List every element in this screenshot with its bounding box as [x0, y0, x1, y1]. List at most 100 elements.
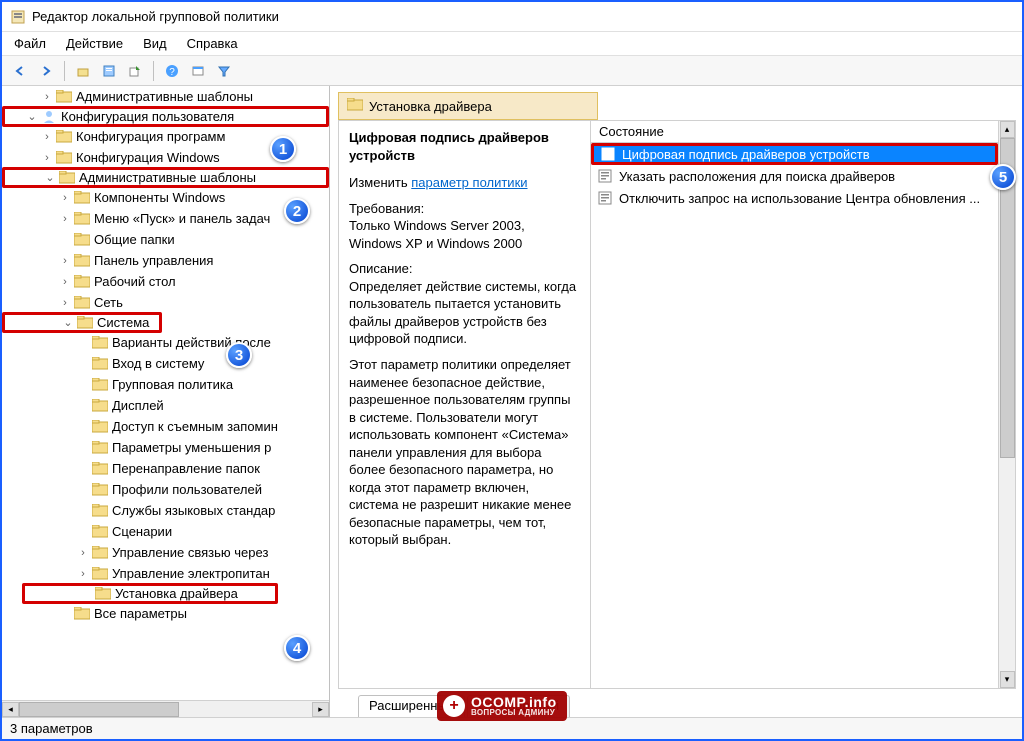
- tree-label: Установка драйвера: [115, 586, 238, 601]
- tree-hscrollbar[interactable]: ◂ ▸: [2, 700, 329, 717]
- tree-label: Перенаправление папок: [112, 461, 260, 476]
- folder-icon: [92, 566, 108, 582]
- nav-forward-icon[interactable]: [34, 59, 58, 83]
- panel-icon[interactable]: [186, 59, 210, 83]
- chevron-right-icon[interactable]: ›: [58, 213, 72, 225]
- folder-icon: [92, 440, 108, 456]
- tree-action-variants[interactable]: Варианты действий после: [2, 332, 329, 353]
- status-text: 3 параметров: [10, 721, 93, 736]
- annotation-badge-5: 5: [990, 164, 1016, 190]
- policy-setting-icon: [597, 168, 613, 184]
- folder-icon: [74, 190, 90, 206]
- folder-icon: [59, 170, 75, 186]
- tree-label: Рабочий стол: [94, 274, 176, 289]
- tree-reduction-params[interactable]: Параметры уменьшения р: [2, 437, 329, 458]
- tree-comm-mgmt[interactable]: ›Управление связью через: [2, 542, 329, 563]
- content-header: Установка драйвера: [338, 92, 598, 120]
- list-column-header[interactable]: Состояние: [591, 121, 998, 143]
- toolbar: ?: [2, 56, 1022, 86]
- tree-logon[interactable]: Вход в систему: [2, 353, 329, 374]
- tree-label: Компоненты Windows: [94, 190, 225, 205]
- tree-scroll[interactable]: › Административные шаблоны ⌄ Конфигураци…: [2, 86, 329, 700]
- chevron-down-icon[interactable]: ⌄: [25, 110, 39, 123]
- tree-network[interactable]: › Сеть: [2, 292, 329, 313]
- tree-power-mgmt[interactable]: ›Управление электропитан: [2, 563, 329, 584]
- tree-admin-templates-top[interactable]: › Административные шаблоны: [2, 86, 329, 107]
- tree-driver-install[interactable]: Установка драйвера: [22, 583, 278, 604]
- scroll-up-icon[interactable]: ▴: [1000, 121, 1015, 138]
- tree-display[interactable]: Дисплей: [2, 395, 329, 416]
- tree-system[interactable]: ⌄ Система: [2, 312, 162, 333]
- tree-scripts[interactable]: Сценарии: [2, 521, 329, 542]
- tree-label: Система: [97, 315, 149, 330]
- tree-removable-access[interactable]: Доступ к съемным запомин: [2, 416, 329, 437]
- toolbar-divider: [64, 61, 65, 81]
- tree-label: Сеть: [94, 295, 123, 310]
- toolbar-divider: [153, 61, 154, 81]
- tree-admin-templates[interactable]: ⌄ Административные шаблоны: [2, 167, 329, 188]
- policy-row-label: Указать расположения для поиска драйверо…: [619, 169, 895, 184]
- chevron-down-icon[interactable]: ⌄: [43, 171, 57, 184]
- tree-label: Панель управления: [94, 253, 213, 268]
- folder-icon: [92, 419, 108, 435]
- hscroll-thumb[interactable]: [19, 702, 179, 717]
- description-p2: Этот параметр политики определяет наимен…: [349, 356, 580, 549]
- chevron-right-icon[interactable]: ›: [76, 568, 90, 580]
- menu-view[interactable]: Вид: [143, 36, 167, 51]
- annotation-badge-1: 1: [270, 136, 296, 162]
- tree-start-menu[interactable]: › Меню «Пуск» и панель задач: [2, 208, 329, 229]
- tree-shared-folders[interactable]: Общие папки: [2, 229, 329, 250]
- policy-parameter-link[interactable]: параметр политики: [411, 175, 527, 190]
- tree-lang-services[interactable]: Службы языковых стандар: [2, 500, 329, 521]
- policy-row-selected[interactable]: Цифровая подпись драйверов устройств: [591, 143, 998, 165]
- folder-icon: [56, 89, 72, 105]
- chevron-right-icon[interactable]: ›: [58, 276, 72, 288]
- folder-icon: [92, 503, 108, 519]
- scroll-left-icon[interactable]: ◂: [2, 702, 19, 717]
- up-level-icon[interactable]: [71, 59, 95, 83]
- description-label: Описание:: [349, 261, 412, 276]
- menu-file[interactable]: Файл: [14, 36, 46, 51]
- tree-label: Параметры уменьшения р: [112, 440, 271, 455]
- help-icon[interactable]: ?: [160, 59, 184, 83]
- folder-icon: [77, 315, 93, 331]
- window-title: Редактор локальной групповой политики: [32, 9, 279, 24]
- tree-user-profiles[interactable]: Профили пользователей: [2, 479, 329, 500]
- properties-icon[interactable]: [97, 59, 121, 83]
- tree-desktop[interactable]: › Рабочий стол: [2, 271, 329, 292]
- requirements-text: Только Windows Server 2003, Windows XP и…: [349, 218, 525, 251]
- scroll-down-icon[interactable]: ▾: [1000, 671, 1015, 688]
- chevron-right-icon[interactable]: ›: [76, 547, 90, 559]
- scroll-right-icon[interactable]: ▸: [312, 702, 329, 717]
- policy-row[interactable]: Указать расположения для поиска драйверо…: [591, 165, 998, 187]
- nav-back-icon[interactable]: [8, 59, 32, 83]
- folder-icon: [74, 274, 90, 290]
- chevron-right-icon[interactable]: ›: [40, 91, 54, 103]
- tree-folder-redirection[interactable]: Перенаправление папок: [2, 458, 329, 479]
- chevron-right-icon[interactable]: ›: [40, 131, 54, 143]
- watermark-sub: ВОПРОСЫ АДМИНУ: [471, 709, 557, 717]
- folder-icon: [74, 295, 90, 311]
- chevron-right-icon[interactable]: ›: [58, 255, 72, 267]
- chevron-right-icon[interactable]: ›: [58, 297, 72, 309]
- content-vscrollbar[interactable]: ▴ ▾: [998, 121, 1015, 688]
- tree-win-components[interactable]: › Компоненты Windows: [2, 187, 329, 208]
- chevron-right-icon[interactable]: ›: [40, 152, 54, 164]
- tree-user-config[interactable]: ⌄ Конфигурация пользователя: [2, 106, 329, 127]
- content-body: Цифровая подпись драйверов устройств Изм…: [338, 120, 1016, 689]
- tree-group-policy[interactable]: Групповая политика: [2, 374, 329, 395]
- tree-label: Административные шаблоны: [76, 89, 253, 104]
- menu-action[interactable]: Действие: [66, 36, 123, 51]
- tree-all-params[interactable]: Все параметры: [2, 603, 329, 624]
- policy-row[interactable]: Отключить запрос на использование Центра…: [591, 187, 998, 209]
- filter-icon[interactable]: [212, 59, 236, 83]
- chevron-right-icon[interactable]: ›: [58, 192, 72, 204]
- tree-control-panel[interactable]: › Панель управления: [2, 250, 329, 271]
- tree-label: Конфигурация Windows: [76, 150, 220, 165]
- chevron-down-icon[interactable]: ⌄: [61, 316, 75, 329]
- menubar: Файл Действие Вид Справка: [2, 32, 1022, 56]
- export-icon[interactable]: [123, 59, 147, 83]
- menu-help[interactable]: Справка: [187, 36, 238, 51]
- policy-setting-icon: [597, 190, 613, 206]
- svg-text:?: ?: [169, 67, 175, 78]
